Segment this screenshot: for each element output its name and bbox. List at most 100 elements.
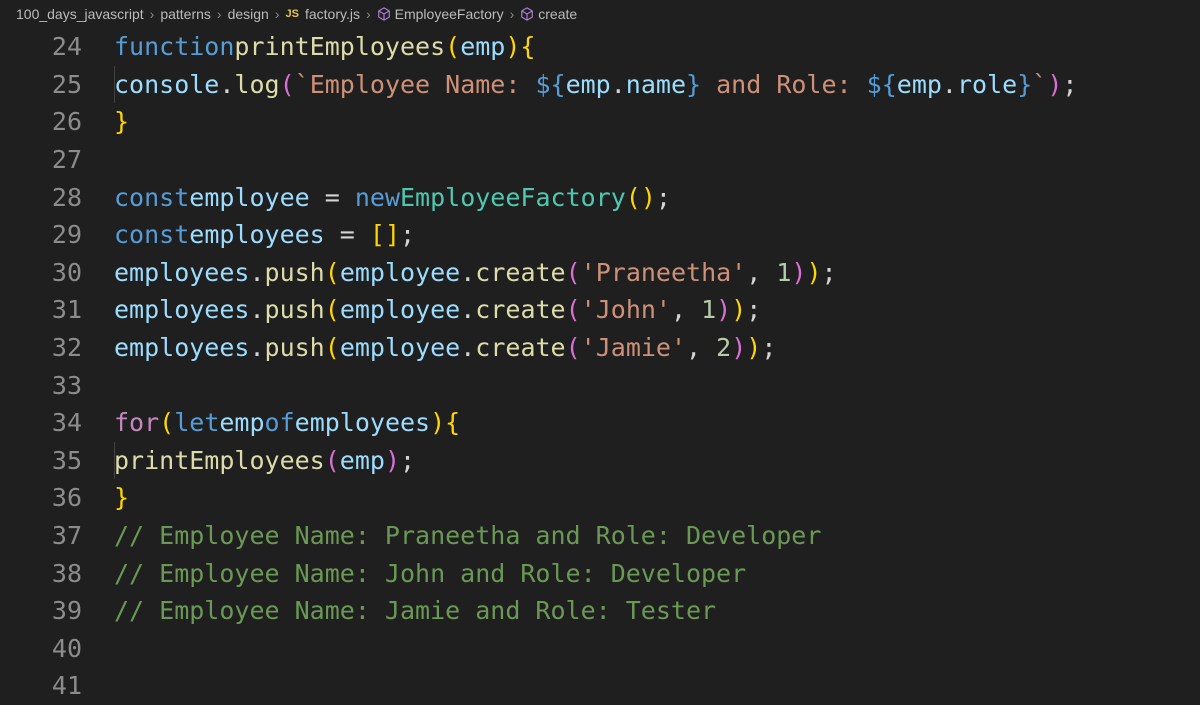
code-line: 31 employees. push(employee. create('John'… (0, 291, 1200, 329)
token: ; (821, 257, 837, 287)
line-number: 28 (51, 182, 82, 212)
token: 1 (776, 257, 792, 287)
code-line: 32 employees. push(employee. create('Jamie… (0, 329, 1200, 367)
line-number: 25 (51, 69, 82, 99)
breadcrumb-label: create (538, 6, 578, 22)
code-line: 25 console. log(`Employee Name: ${emp. nam… (0, 65, 1200, 104)
breadcrumb-item-file[interactable]: JS factory.js (286, 6, 360, 22)
token: ( (445, 32, 461, 62)
breadcrumb-item-method[interactable]: create (520, 6, 577, 22)
breadcrumb-item-patterns[interactable]: patterns (160, 6, 211, 22)
token: and Role: (701, 69, 867, 99)
token: emp (219, 408, 265, 438)
token: printEmployees (114, 445, 325, 475)
token: } (114, 483, 130, 513)
code-line: 30 employees. push(employee. create('Prane… (0, 254, 1200, 292)
token: employees (189, 220, 325, 250)
token: employees (294, 408, 431, 438)
line-number: 26 (51, 107, 82, 137)
breadcrumb-label: EmployeeFactory (394, 6, 504, 22)
code-content: const employee = new EmployeeFactory(); (114, 178, 671, 216)
token: ( (565, 333, 581, 363)
code-line: 34 for (let emp of employees) { (0, 404, 1200, 442)
token: ) (384, 445, 400, 475)
token: push (264, 333, 325, 363)
line-number: 24 (51, 32, 82, 62)
chevron-right-icon: › (149, 6, 155, 22)
code-content: employees. push(employee. create('Jamie', … (114, 329, 776, 367)
line-number: 35 (51, 445, 82, 475)
line-number: 40 (51, 633, 82, 663)
code-content: } (114, 479, 129, 517)
token: 2 (716, 333, 732, 363)
token: new (354, 182, 400, 212)
token: . (249, 257, 265, 287)
token: ; (1062, 69, 1078, 99)
line-number: 29 (51, 220, 82, 250)
breadcrumb-item-class[interactable]: EmployeeFactory (377, 6, 504, 22)
token: ( (279, 69, 295, 99)
code-line: 36 } (0, 479, 1200, 517)
token: ) (716, 295, 732, 325)
code-line: 39 // Employee Name: Jamie and Role: Tes… (0, 592, 1200, 630)
breadcrumb-label: design (227, 6, 269, 22)
code-line: 40 (0, 630, 1200, 668)
token: 'Praneetha' (580, 257, 747, 287)
token: . (460, 295, 476, 325)
token: = (324, 220, 370, 250)
code-editor[interactable]: 24 function printEmployees(emp) { 25 con… (0, 28, 1200, 700)
breadcrumb-item-root[interactable]: 100_days_javascript (16, 6, 144, 22)
token: const (114, 182, 190, 212)
token: employees (114, 295, 250, 325)
token: 1 (701, 295, 717, 325)
line-number: 33 (51, 370, 82, 400)
token: `Employee Name: (294, 69, 536, 99)
code-content: } (114, 103, 129, 141)
breadcrumb-label: factory.js (304, 6, 360, 22)
code-content: employees. push(employee. create('Praneeth… (114, 254, 837, 292)
token: [] (369, 220, 400, 250)
token: employees (114, 333, 250, 363)
code-line: 26 } (0, 103, 1200, 141)
token: log (234, 69, 280, 99)
token: } (1017, 69, 1033, 99)
token: ${ (535, 69, 566, 99)
code-line: 28 const employee = new EmployeeFactory(… (0, 178, 1200, 216)
token: . (219, 69, 235, 99)
code-line: 37 // Employee Name: Praneetha and Role:… (0, 517, 1200, 555)
token: emp (460, 32, 506, 62)
token: create (475, 295, 566, 325)
token: ( (565, 295, 581, 325)
javascript-file-icon: JS (285, 8, 299, 20)
token: , (746, 257, 777, 287)
code-content: // Employee Name: Praneetha and Role: De… (114, 517, 821, 555)
code-line: 35 printEmployees(emp); (0, 441, 1200, 480)
token: ; (400, 445, 416, 475)
token: , (670, 295, 702, 325)
breadcrumb-item-design[interactable]: design (228, 6, 269, 22)
token: ) (791, 257, 807, 287)
breadcrumb-label: 100_days_javascript (16, 6, 144, 22)
token: employee (339, 295, 461, 325)
comment: // Employee Name: Jamie and Role: Tester (114, 596, 717, 626)
token: { (520, 32, 536, 62)
token: ; (761, 333, 777, 363)
code-content: printEmployees(emp); (114, 442, 415, 480)
line-number: 32 (51, 333, 82, 363)
token: name (625, 69, 687, 99)
line-number: 39 (51, 596, 82, 626)
code-line: 38 // Employee Name: John and Role: Deve… (0, 554, 1200, 592)
code-content: // Employee Name: Jamie and Role: Tester (114, 592, 716, 630)
chevron-right-icon: › (365, 6, 371, 22)
chevron-right-icon: › (216, 6, 222, 22)
token: role (956, 69, 1018, 99)
token: . (249, 333, 265, 363)
line-number: 30 (51, 257, 82, 287)
token: console (114, 69, 220, 99)
code-content: const employees = []; (114, 216, 415, 254)
token: of (264, 408, 295, 438)
token: ) (505, 32, 521, 62)
code-line: 24 function printEmployees(emp) { (0, 28, 1200, 66)
comment: // Employee Name: John and Role: Develop… (114, 558, 747, 588)
code-line: 33 (0, 366, 1200, 404)
